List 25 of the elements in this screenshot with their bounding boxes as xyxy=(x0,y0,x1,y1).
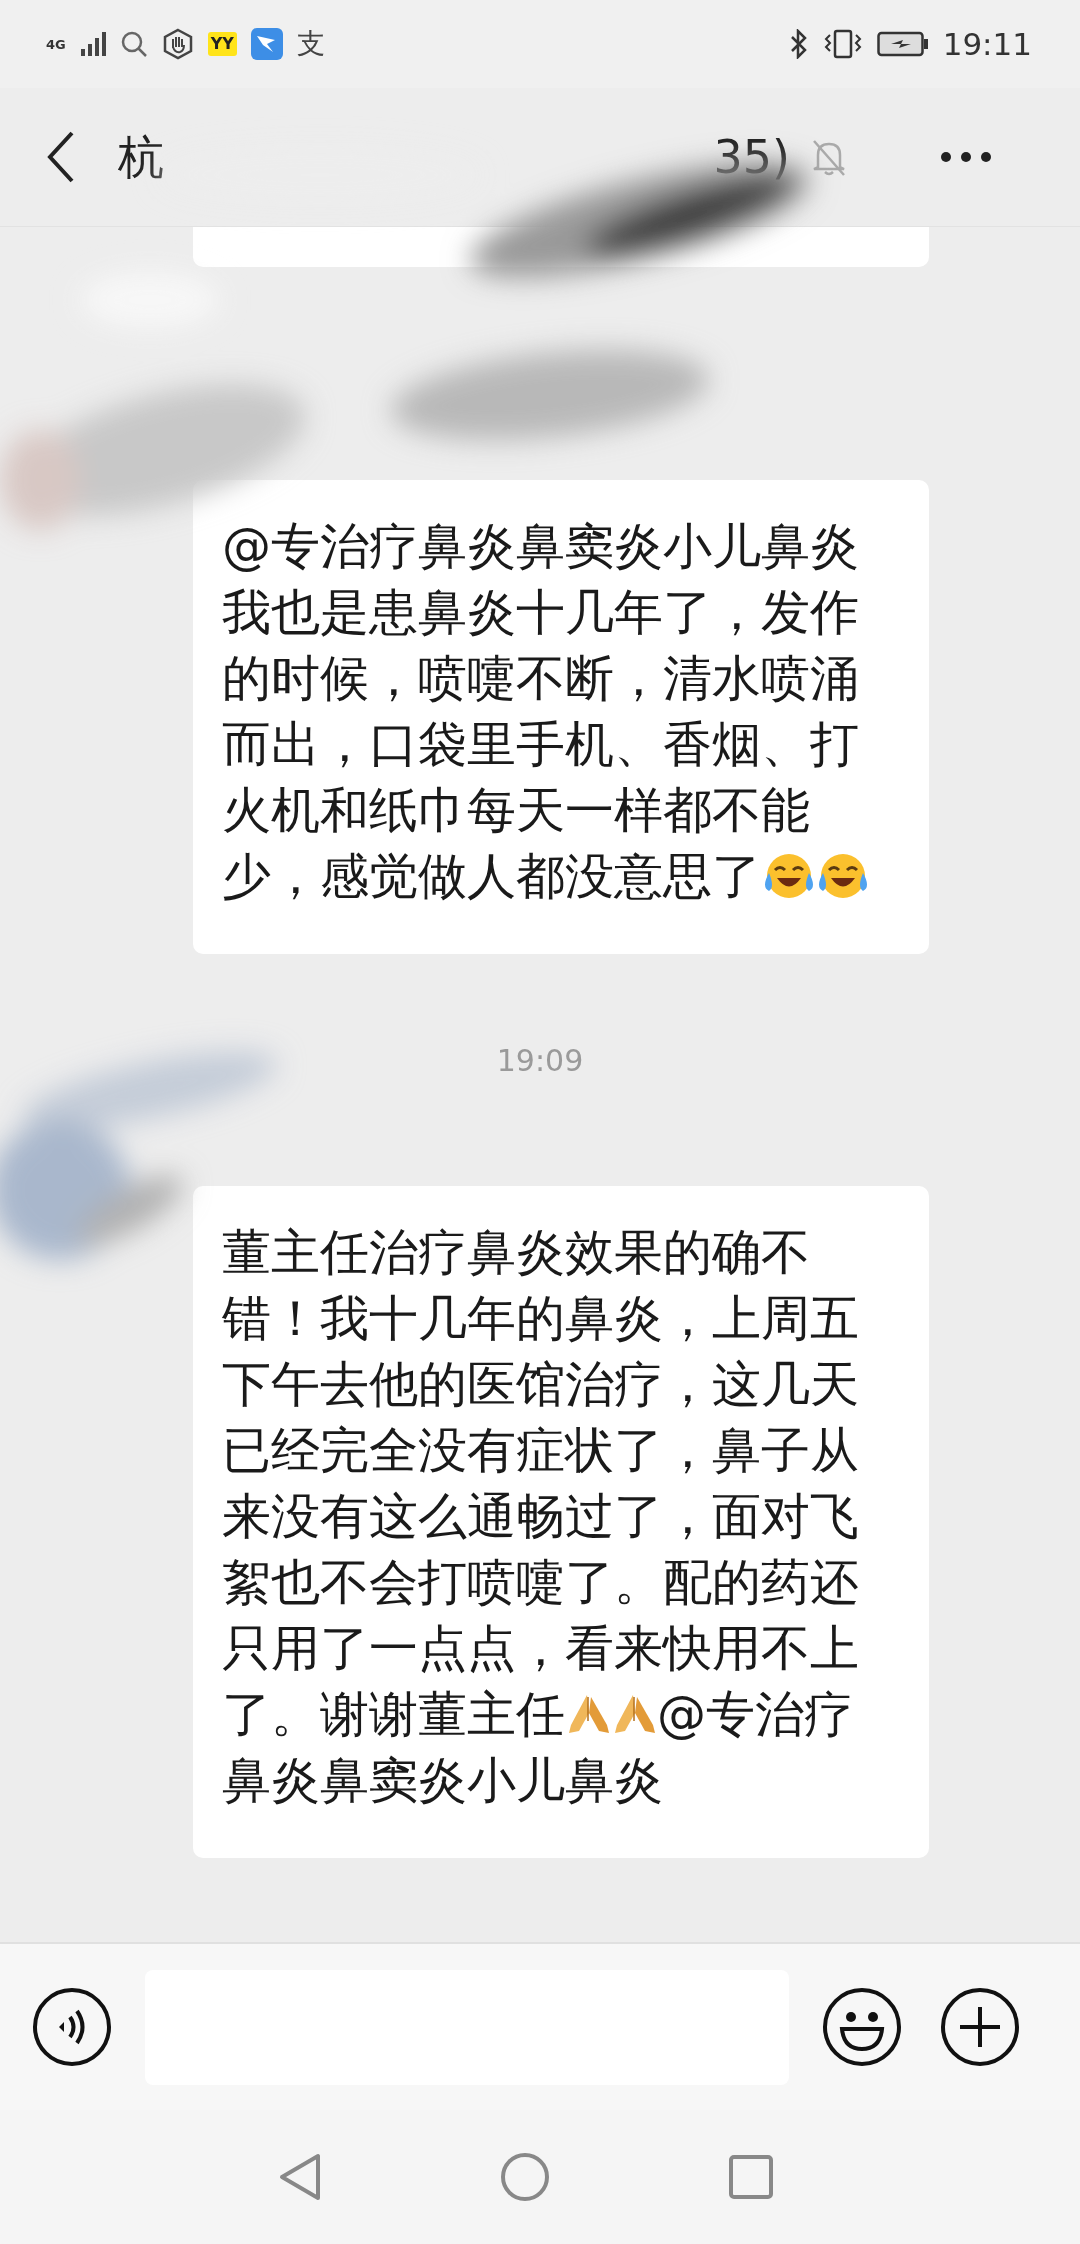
timestamp: 19:09 xyxy=(496,1046,584,1076)
message-text: 董主任治疗鼻炎效果的确不错！我十几年的鼻炎，上周五下午去他的医馆治疗，这几天已经完全没有症状了，鼻子从来没有这么通畅过了，面对飞絮也不会打喷嚏了。配的药还只用了一点点，看来快用不上了。谢谢董主任 @专治疗鼻炎鼻窦炎小儿鼻炎 xyxy=(222,1223,860,1811)
bird-icon xyxy=(250,28,283,60)
back-nav-button[interactable] xyxy=(278,2152,322,2202)
add-button[interactable] xyxy=(940,1987,1020,2067)
crying-face-icon xyxy=(763,851,815,901)
chat-title: 杭 xyxy=(118,134,164,180)
app-badge: YY xyxy=(207,32,237,56)
signal-icon xyxy=(79,31,106,57)
message-text: @专治疗鼻炎鼻窦炎小儿鼻炎我也是患鼻炎十几年了，发作的时候，喷嚏不断，清水喷涌而出，口袋里手机、香烟、打火机和纸巾每天一样都不能少，感觉做人都没意思了 xyxy=(222,514,894,910)
crying-face-icon xyxy=(817,851,869,901)
network-type: 4G xyxy=(46,37,66,51)
recents-button[interactable] xyxy=(728,2154,774,2200)
clock-time: 19:11 xyxy=(942,28,1032,60)
battery-icon xyxy=(876,31,929,57)
voice-button[interactable] xyxy=(32,1987,112,2067)
member-count: 35) xyxy=(713,134,790,180)
emoji-button[interactable] xyxy=(822,1987,902,2067)
hand-icon xyxy=(161,28,194,60)
search-icon xyxy=(119,30,148,58)
app-glyph: 支 xyxy=(296,30,325,58)
bluetooth-icon xyxy=(788,29,809,59)
more-button[interactable] xyxy=(940,151,992,163)
vibrate-icon xyxy=(822,29,863,59)
home-button[interactable] xyxy=(500,2152,550,2202)
